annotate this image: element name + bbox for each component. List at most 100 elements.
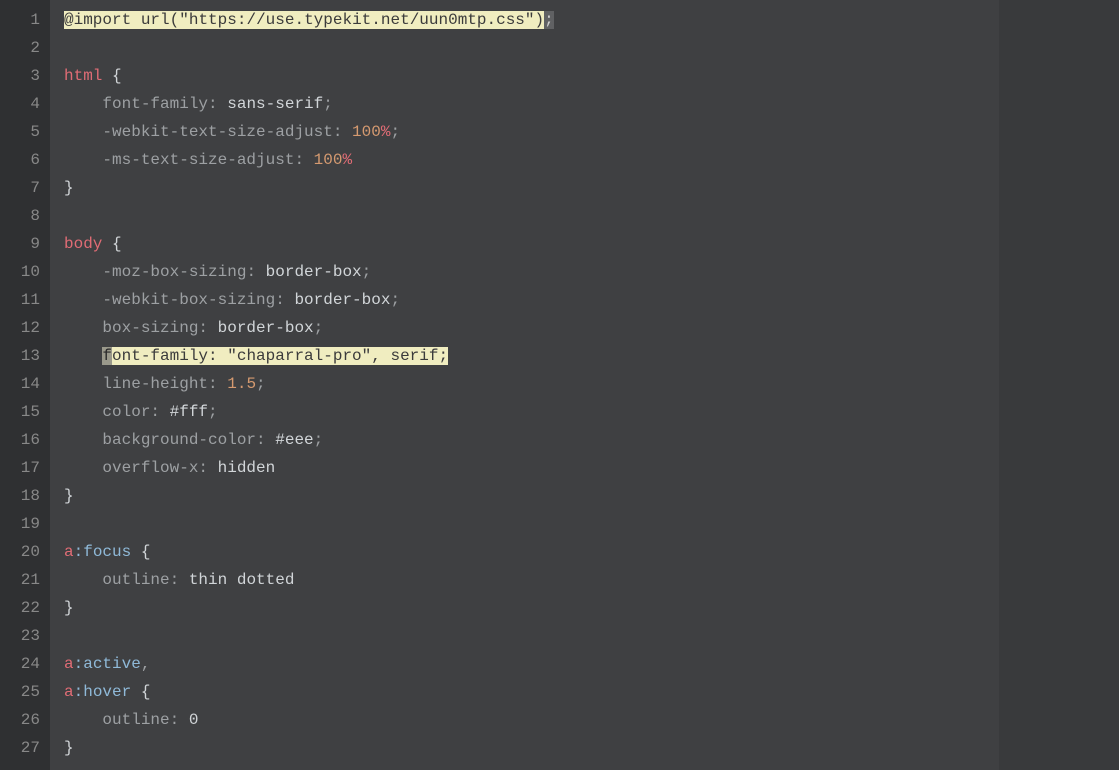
code-line[interactable]: box-sizing: border-box; (64, 314, 999, 342)
code-token: html (64, 67, 102, 85)
code-token (64, 95, 102, 113)
code-line[interactable]: -webkit-text-size-adjust: 100%; (64, 118, 999, 146)
code-line[interactable]: } (64, 594, 999, 622)
code-token: border-box (266, 263, 362, 281)
code-token: : (208, 95, 227, 113)
code-editor[interactable]: 1234567891011121314151617181920212223242… (0, 0, 1119, 770)
minimap[interactable] (999, 0, 1119, 770)
code-token: -webkit-text-size-adjust (102, 123, 332, 141)
code-token (64, 151, 102, 169)
code-line[interactable]: } (64, 734, 999, 762)
code-token: 0 (189, 711, 199, 729)
code-token (64, 571, 102, 589)
code-token: ; (314, 431, 324, 449)
code-line[interactable] (64, 622, 999, 650)
code-token: ) (535, 11, 545, 29)
code-token: ; (208, 403, 218, 421)
code-token (131, 543, 141, 561)
code-token: : (198, 459, 217, 477)
code-token (102, 235, 112, 253)
code-token: ; (390, 291, 400, 309)
line-number: 10 (0, 258, 40, 286)
code-line[interactable]: outline: 0 (64, 706, 999, 734)
code-line[interactable]: color: #fff; (64, 398, 999, 426)
code-token: } (64, 179, 74, 197)
code-line[interactable]: @import url("https://use.typekit.net/uun… (64, 6, 999, 34)
code-token (64, 347, 102, 365)
code-token: } (64, 487, 74, 505)
code-token: a (64, 543, 74, 561)
code-token: #eee (275, 431, 313, 449)
code-line[interactable] (64, 510, 999, 538)
code-line[interactable] (64, 202, 999, 230)
code-token: } (64, 599, 74, 617)
code-token: @import (64, 11, 131, 29)
code-token: sans-serif (227, 95, 323, 113)
code-token: :hover (74, 683, 132, 701)
line-number: 1 (0, 6, 40, 34)
line-number-gutter: 1234567891011121314151617181920212223242… (0, 0, 50, 770)
code-token (64, 459, 102, 477)
code-area[interactable]: @import url("https://use.typekit.net/uun… (50, 0, 999, 770)
line-number: 7 (0, 174, 40, 202)
line-number: 13 (0, 342, 40, 370)
code-token: -moz-box-sizing (102, 263, 246, 281)
code-token: color (102, 403, 150, 421)
code-token: overflow-x (102, 459, 198, 477)
code-line[interactable]: } (64, 174, 999, 202)
code-token: ; (362, 263, 372, 281)
code-token: : (256, 431, 275, 449)
line-number: 5 (0, 118, 40, 146)
code-token: hidden (218, 459, 276, 477)
code-line[interactable]: body { (64, 230, 999, 258)
code-line[interactable]: overflow-x: hidden (64, 454, 999, 482)
line-number: 11 (0, 286, 40, 314)
code-token: 100 (314, 151, 343, 169)
code-line[interactable]: a:focus { (64, 538, 999, 566)
code-token (64, 711, 102, 729)
code-token: ; (390, 123, 400, 141)
code-line[interactable]: background-color: #eee; (64, 426, 999, 454)
code-token: { (112, 67, 122, 85)
code-token: font-family (102, 95, 208, 113)
line-number: 23 (0, 622, 40, 650)
code-line[interactable]: line-height: 1.5; (64, 370, 999, 398)
code-token: { (112, 235, 122, 253)
code-line[interactable]: font-family: sans-serif; (64, 90, 999, 118)
line-number: 2 (0, 34, 40, 62)
code-line[interactable]: outline: thin dotted (64, 566, 999, 594)
code-token: :active (74, 655, 141, 673)
code-token: 100 (352, 123, 381, 141)
code-token: background-color (102, 431, 256, 449)
line-number: 17 (0, 454, 40, 482)
code-line[interactable]: -webkit-box-sizing: border-box; (64, 286, 999, 314)
code-token (64, 291, 102, 309)
code-token: : (294, 151, 313, 169)
code-token: :focus (74, 543, 132, 561)
code-token: line-height (102, 375, 208, 393)
code-token: a (64, 683, 74, 701)
code-token: : (170, 571, 189, 589)
code-token: : (170, 711, 189, 729)
code-line[interactable]: html { (64, 62, 999, 90)
code-line[interactable]: a:hover { (64, 678, 999, 706)
code-token: border-box (294, 291, 390, 309)
code-token: a (64, 655, 74, 673)
line-number: 8 (0, 202, 40, 230)
code-token: ; (256, 375, 266, 393)
code-token: { (141, 543, 151, 561)
code-line[interactable] (64, 34, 999, 62)
code-token: -webkit-box-sizing (102, 291, 275, 309)
code-token (64, 375, 102, 393)
code-line[interactable]: -ms-text-size-adjust: 100% (64, 146, 999, 174)
code-token: thin dotted (189, 571, 295, 589)
code-line[interactable]: } (64, 482, 999, 510)
code-token: ; (323, 95, 333, 113)
code-line[interactable]: a:active, (64, 650, 999, 678)
line-number: 4 (0, 90, 40, 118)
code-line[interactable]: -moz-box-sizing: border-box; (64, 258, 999, 286)
code-token: : (150, 403, 169, 421)
code-token: : (333, 123, 352, 141)
code-line[interactable]: font-family: "chaparral-pro", serif; (64, 342, 999, 370)
line-number: 19 (0, 510, 40, 538)
